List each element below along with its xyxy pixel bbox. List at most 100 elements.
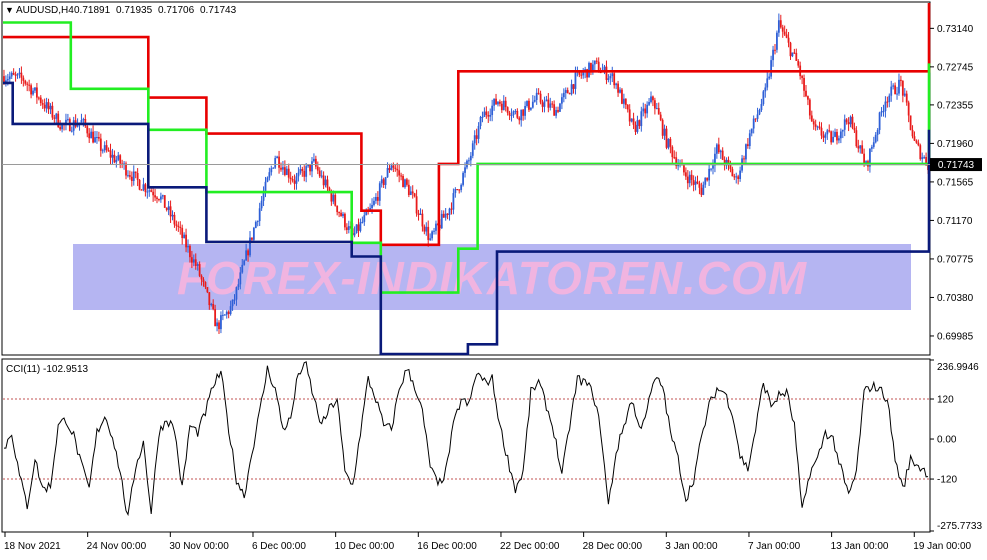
candle-bull bbox=[305, 166, 308, 177]
candle-bear bbox=[787, 37, 790, 43]
candle-bull bbox=[921, 157, 924, 160]
candle-bear bbox=[475, 135, 478, 139]
candle-bull bbox=[479, 117, 482, 127]
candle-bear bbox=[522, 109, 525, 116]
candle-bull bbox=[615, 83, 618, 86]
candle-bull bbox=[390, 165, 393, 171]
candle-bull bbox=[295, 176, 298, 184]
candle-bear bbox=[340, 212, 342, 217]
candle-bear bbox=[746, 144, 749, 147]
candle-bull bbox=[260, 200, 263, 209]
candle-bear bbox=[499, 101, 501, 104]
candle-bull bbox=[127, 175, 129, 177]
candle-bull bbox=[570, 84, 573, 95]
candle-bear bbox=[783, 31, 786, 35]
candle-bull bbox=[898, 79, 900, 94]
candle-bear bbox=[580, 74, 583, 76]
candle-bull bbox=[663, 128, 666, 136]
candle-bull bbox=[770, 60, 773, 77]
candle-bear bbox=[911, 129, 914, 137]
candle-bear bbox=[528, 100, 530, 110]
candle-bear bbox=[30, 85, 32, 95]
candle-bull bbox=[384, 177, 387, 185]
candle-bull bbox=[243, 260, 246, 265]
price-tick-label: 0.71565 bbox=[937, 177, 974, 188]
candle-bear bbox=[144, 184, 147, 192]
time-tick-label: 28 Dec 00:00 bbox=[583, 541, 643, 552]
candle-bull bbox=[146, 191, 149, 193]
cci-tick-label: 0.00 bbox=[937, 435, 957, 446]
time-tick-label: 16 Dec 00:00 bbox=[417, 541, 477, 552]
candle-bull bbox=[239, 272, 242, 285]
candle-bull bbox=[708, 168, 711, 181]
candle-bull bbox=[497, 101, 499, 105]
candle-bull bbox=[460, 184, 463, 190]
candle-bear bbox=[551, 103, 554, 105]
candle-bear bbox=[907, 102, 910, 116]
candle-bull bbox=[311, 161, 313, 172]
candle-bull bbox=[473, 135, 476, 144]
candle-bear bbox=[283, 167, 286, 175]
candle-bear bbox=[657, 108, 660, 115]
candle-bull bbox=[876, 129, 879, 135]
candle-bull bbox=[874, 134, 877, 143]
chart-canvas[interactable]: FOREX-INDIKATOREN.COM ▼ AUDUSD,H4 0.7189… bbox=[0, 0, 987, 555]
candle-bear bbox=[175, 224, 178, 226]
candle-bull bbox=[611, 73, 614, 77]
candle-bear bbox=[684, 172, 687, 177]
candle-bear bbox=[442, 213, 445, 218]
candle-bull bbox=[593, 60, 596, 65]
candle-bear bbox=[86, 126, 89, 134]
candle-bear bbox=[173, 214, 176, 225]
candle-bear bbox=[801, 76, 804, 78]
candle-bear bbox=[303, 170, 306, 177]
candle-bull bbox=[45, 102, 48, 109]
candle-bear bbox=[690, 174, 693, 180]
cci-pane[interactable]: CCI(11) -102.9513 236.9946 120 0.00 -120 -27… bbox=[1, 358, 982, 533]
candle-bull bbox=[167, 206, 170, 210]
candle-bear bbox=[421, 213, 424, 227]
candle-bear bbox=[814, 124, 817, 127]
candle-bull bbox=[72, 120, 75, 131]
candle-bear bbox=[917, 142, 920, 146]
candle-bull bbox=[648, 102, 650, 105]
candle-bear bbox=[537, 92, 540, 94]
candle-bear bbox=[805, 90, 807, 97]
candle-bear bbox=[638, 120, 641, 127]
candle-bear bbox=[181, 227, 184, 239]
candle-bear bbox=[789, 42, 792, 57]
candle-bull bbox=[285, 168, 288, 175]
candle-bull bbox=[161, 195, 164, 197]
candle-bear bbox=[861, 145, 864, 154]
candle-bear bbox=[774, 49, 776, 51]
candle-bear bbox=[886, 101, 889, 103]
candle-bull bbox=[258, 208, 261, 222]
price-pane[interactable]: FOREX-INDIKATOREN.COM ▼ AUDUSD,H4 0.7189… bbox=[1, 1, 982, 356]
candle-bull bbox=[378, 183, 381, 201]
candle-bull bbox=[468, 160, 470, 162]
candle-bull bbox=[171, 214, 174, 217]
candle-bear bbox=[301, 169, 304, 171]
candle-bull bbox=[752, 118, 755, 129]
candle-bear bbox=[212, 304, 215, 310]
candle-bear bbox=[280, 167, 282, 170]
candle-bull bbox=[429, 238, 432, 240]
candle-bear bbox=[278, 156, 280, 168]
candle-bull bbox=[159, 196, 162, 200]
candle-bull bbox=[386, 168, 389, 178]
candle-bull bbox=[923, 157, 926, 159]
candle-bull bbox=[816, 126, 819, 128]
current-price-label: 0.71743 bbox=[938, 160, 975, 171]
watermark: FOREX-INDIKATOREN.COM bbox=[73, 244, 911, 310]
collapse-arrow-icon[interactable]: ▼ bbox=[5, 5, 14, 15]
candle-bull bbox=[890, 86, 893, 96]
candle-bull bbox=[715, 144, 718, 154]
candle-bear bbox=[495, 98, 497, 105]
candle-bear bbox=[138, 179, 141, 190]
candle-bear bbox=[919, 145, 922, 160]
candle-bull bbox=[756, 114, 759, 119]
candle-bull bbox=[32, 90, 34, 95]
candle-bull bbox=[543, 101, 546, 107]
candle-bear bbox=[686, 176, 689, 184]
candle-bear bbox=[653, 100, 656, 109]
